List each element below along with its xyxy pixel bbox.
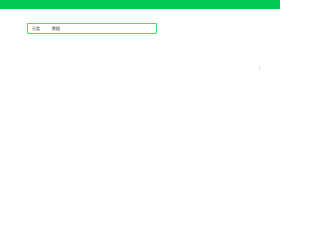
page: 分类 数据 [0,0,280,202]
category-value[interactable]: 数据 [52,25,60,33]
scroll-indicator [259,66,260,69]
top-green-bar [0,0,280,9]
category-field[interactable]: 分类 数据 [27,23,157,34]
category-label: 分类 [32,26,40,31]
